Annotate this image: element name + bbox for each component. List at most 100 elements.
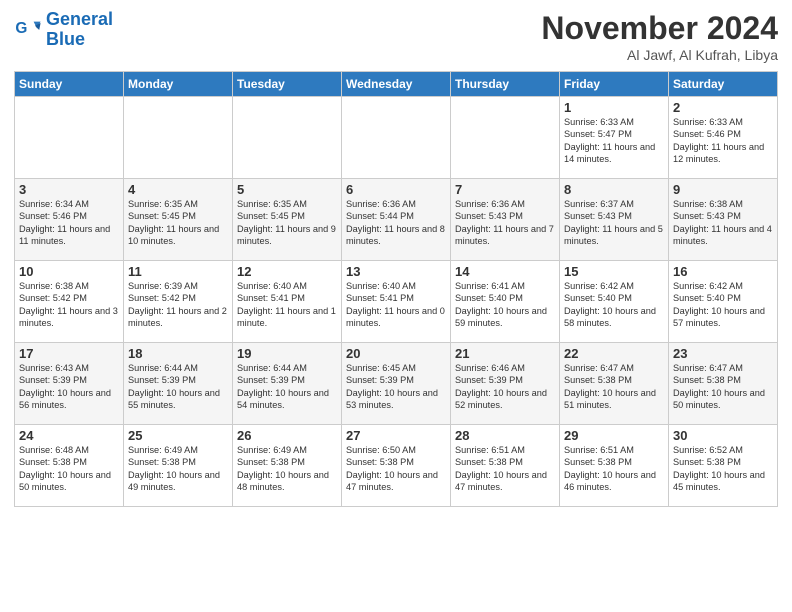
title-section: November 2024 Al Jawf, Al Kufrah, Libya (541, 10, 778, 63)
day-info: Sunrise: 6:42 AM Sunset: 5:40 PM Dayligh… (564, 280, 664, 330)
calendar-table: SundayMondayTuesdayWednesdayThursdayFrid… (14, 71, 778, 507)
day-info: Sunrise: 6:42 AM Sunset: 5:40 PM Dayligh… (673, 280, 773, 330)
day-cell: 24Sunrise: 6:48 AM Sunset: 5:38 PM Dayli… (15, 425, 124, 507)
day-info: Sunrise: 6:41 AM Sunset: 5:40 PM Dayligh… (455, 280, 555, 330)
day-info: Sunrise: 6:47 AM Sunset: 5:38 PM Dayligh… (564, 362, 664, 412)
day-cell: 15Sunrise: 6:42 AM Sunset: 5:40 PM Dayli… (560, 261, 669, 343)
day-info: Sunrise: 6:47 AM Sunset: 5:38 PM Dayligh… (673, 362, 773, 412)
col-header-sunday: Sunday (15, 72, 124, 97)
day-info: Sunrise: 6:38 AM Sunset: 5:42 PM Dayligh… (19, 280, 119, 330)
day-info: Sunrise: 6:52 AM Sunset: 5:38 PM Dayligh… (673, 444, 773, 494)
day-info: Sunrise: 6:35 AM Sunset: 5:45 PM Dayligh… (128, 198, 228, 248)
col-header-monday: Monday (124, 72, 233, 97)
day-number: 16 (673, 264, 773, 279)
day-number: 7 (455, 182, 555, 197)
day-number: 25 (128, 428, 228, 443)
col-header-friday: Friday (560, 72, 669, 97)
day-cell: 25Sunrise: 6:49 AM Sunset: 5:38 PM Dayli… (124, 425, 233, 507)
day-number: 19 (237, 346, 337, 361)
day-cell: 27Sunrise: 6:50 AM Sunset: 5:38 PM Dayli… (342, 425, 451, 507)
day-cell: 10Sunrise: 6:38 AM Sunset: 5:42 PM Dayli… (15, 261, 124, 343)
day-info: Sunrise: 6:33 AM Sunset: 5:47 PM Dayligh… (564, 116, 664, 166)
day-number: 24 (19, 428, 119, 443)
day-number: 20 (346, 346, 446, 361)
day-cell (233, 97, 342, 179)
day-number: 8 (564, 182, 664, 197)
day-info: Sunrise: 6:34 AM Sunset: 5:46 PM Dayligh… (19, 198, 119, 248)
day-cell: 22Sunrise: 6:47 AM Sunset: 5:38 PM Dayli… (560, 343, 669, 425)
day-cell: 28Sunrise: 6:51 AM Sunset: 5:38 PM Dayli… (451, 425, 560, 507)
month-title: November 2024 (541, 10, 778, 47)
day-cell: 2Sunrise: 6:33 AM Sunset: 5:46 PM Daylig… (669, 97, 778, 179)
col-header-tuesday: Tuesday (233, 72, 342, 97)
day-info: Sunrise: 6:44 AM Sunset: 5:39 PM Dayligh… (237, 362, 337, 412)
page-container: G General Blue November 2024 Al Jawf, Al… (0, 0, 792, 513)
day-number: 12 (237, 264, 337, 279)
day-cell: 30Sunrise: 6:52 AM Sunset: 5:38 PM Dayli… (669, 425, 778, 507)
day-cell (342, 97, 451, 179)
day-info: Sunrise: 6:51 AM Sunset: 5:38 PM Dayligh… (455, 444, 555, 494)
day-info: Sunrise: 6:43 AM Sunset: 5:39 PM Dayligh… (19, 362, 119, 412)
day-number: 18 (128, 346, 228, 361)
day-cell: 3Sunrise: 6:34 AM Sunset: 5:46 PM Daylig… (15, 179, 124, 261)
day-cell: 7Sunrise: 6:36 AM Sunset: 5:43 PM Daylig… (451, 179, 560, 261)
day-cell: 17Sunrise: 6:43 AM Sunset: 5:39 PM Dayli… (15, 343, 124, 425)
day-number: 22 (564, 346, 664, 361)
day-cell: 4Sunrise: 6:35 AM Sunset: 5:45 PM Daylig… (124, 179, 233, 261)
day-info: Sunrise: 6:49 AM Sunset: 5:38 PM Dayligh… (128, 444, 228, 494)
day-number: 2 (673, 100, 773, 115)
day-number: 28 (455, 428, 555, 443)
day-info: Sunrise: 6:38 AM Sunset: 5:43 PM Dayligh… (673, 198, 773, 248)
day-cell: 23Sunrise: 6:47 AM Sunset: 5:38 PM Dayli… (669, 343, 778, 425)
day-info: Sunrise: 6:40 AM Sunset: 5:41 PM Dayligh… (237, 280, 337, 330)
day-number: 30 (673, 428, 773, 443)
day-cell: 20Sunrise: 6:45 AM Sunset: 5:39 PM Dayli… (342, 343, 451, 425)
day-number: 1 (564, 100, 664, 115)
day-number: 14 (455, 264, 555, 279)
col-header-thursday: Thursday (451, 72, 560, 97)
day-number: 13 (346, 264, 446, 279)
day-cell (451, 97, 560, 179)
week-row-4: 17Sunrise: 6:43 AM Sunset: 5:39 PM Dayli… (15, 343, 778, 425)
day-info: Sunrise: 6:36 AM Sunset: 5:43 PM Dayligh… (455, 198, 555, 248)
day-cell: 12Sunrise: 6:40 AM Sunset: 5:41 PM Dayli… (233, 261, 342, 343)
day-number: 29 (564, 428, 664, 443)
day-cell: 1Sunrise: 6:33 AM Sunset: 5:47 PM Daylig… (560, 97, 669, 179)
day-info: Sunrise: 6:49 AM Sunset: 5:38 PM Dayligh… (237, 444, 337, 494)
day-cell: 26Sunrise: 6:49 AM Sunset: 5:38 PM Dayli… (233, 425, 342, 507)
week-row-1: 1Sunrise: 6:33 AM Sunset: 5:47 PM Daylig… (15, 97, 778, 179)
header-row: SundayMondayTuesdayWednesdayThursdayFrid… (15, 72, 778, 97)
day-info: Sunrise: 6:40 AM Sunset: 5:41 PM Dayligh… (346, 280, 446, 330)
day-cell: 5Sunrise: 6:35 AM Sunset: 5:45 PM Daylig… (233, 179, 342, 261)
location: Al Jawf, Al Kufrah, Libya (541, 47, 778, 63)
logo-line1: General (46, 9, 113, 29)
logo-text: General Blue (46, 10, 113, 50)
day-info: Sunrise: 6:51 AM Sunset: 5:38 PM Dayligh… (564, 444, 664, 494)
day-cell (15, 97, 124, 179)
week-row-3: 10Sunrise: 6:38 AM Sunset: 5:42 PM Dayli… (15, 261, 778, 343)
week-row-2: 3Sunrise: 6:34 AM Sunset: 5:46 PM Daylig… (15, 179, 778, 261)
day-cell: 6Sunrise: 6:36 AM Sunset: 5:44 PM Daylig… (342, 179, 451, 261)
day-cell: 21Sunrise: 6:46 AM Sunset: 5:39 PM Dayli… (451, 343, 560, 425)
day-number: 15 (564, 264, 664, 279)
day-info: Sunrise: 6:39 AM Sunset: 5:42 PM Dayligh… (128, 280, 228, 330)
logo-icon: G (14, 16, 42, 44)
day-cell: 18Sunrise: 6:44 AM Sunset: 5:39 PM Dayli… (124, 343, 233, 425)
day-number: 4 (128, 182, 228, 197)
day-cell: 11Sunrise: 6:39 AM Sunset: 5:42 PM Dayli… (124, 261, 233, 343)
day-number: 3 (19, 182, 119, 197)
logo-line2: Blue (46, 29, 85, 49)
day-number: 9 (673, 182, 773, 197)
day-number: 5 (237, 182, 337, 197)
day-cell: 14Sunrise: 6:41 AM Sunset: 5:40 PM Dayli… (451, 261, 560, 343)
day-info: Sunrise: 6:46 AM Sunset: 5:39 PM Dayligh… (455, 362, 555, 412)
day-number: 11 (128, 264, 228, 279)
header: G General Blue November 2024 Al Jawf, Al… (14, 10, 778, 63)
day-cell: 13Sunrise: 6:40 AM Sunset: 5:41 PM Dayli… (342, 261, 451, 343)
day-number: 21 (455, 346, 555, 361)
day-info: Sunrise: 6:36 AM Sunset: 5:44 PM Dayligh… (346, 198, 446, 248)
day-cell: 9Sunrise: 6:38 AM Sunset: 5:43 PM Daylig… (669, 179, 778, 261)
day-info: Sunrise: 6:44 AM Sunset: 5:39 PM Dayligh… (128, 362, 228, 412)
day-cell: 16Sunrise: 6:42 AM Sunset: 5:40 PM Dayli… (669, 261, 778, 343)
day-info: Sunrise: 6:48 AM Sunset: 5:38 PM Dayligh… (19, 444, 119, 494)
